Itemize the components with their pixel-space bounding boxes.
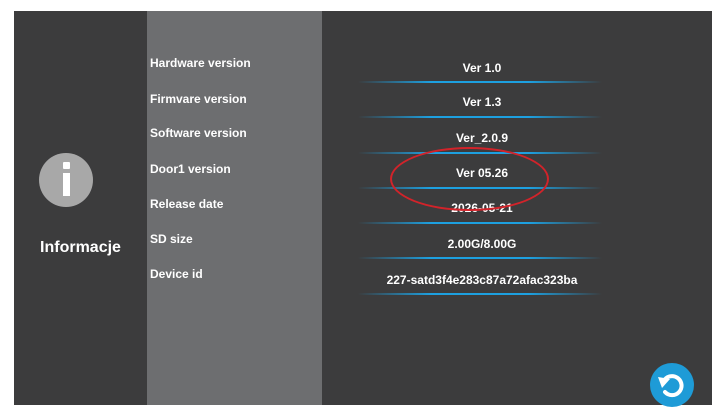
sd-size-value: 2.00G/8.00G	[447, 237, 517, 251]
labels-panel: Hardware version Firmvare version Softwa…	[147, 11, 322, 405]
info-icon-stem	[63, 173, 70, 196]
sd-size-label: SD size	[150, 232, 193, 246]
hardware-version-label: Hardware version	[150, 56, 251, 70]
highlight-oval	[390, 147, 549, 211]
info-icon	[39, 153, 93, 207]
info-screen: Informacje Hardware version Firmvare ver…	[14, 11, 712, 407]
firmware-version-label: Firmvare version	[150, 92, 247, 106]
hardware-version-underline	[358, 81, 602, 83]
sd-size-underline	[358, 257, 602, 259]
refresh-icon	[658, 374, 684, 398]
door1-version-label: Door1 version	[150, 162, 231, 176]
software-version-label: Software version	[150, 126, 247, 140]
release-date-label: Release date	[150, 197, 224, 211]
firmware-version-underline	[358, 116, 602, 118]
hardware-version-value: Ver 1.0	[462, 61, 502, 75]
device-id-value: 227-satd3f4e283c87a72afac323ba	[386, 273, 578, 287]
software-version-value: Ver_2.0.9	[455, 131, 509, 145]
info-icon-dot	[63, 162, 70, 169]
release-date-underline	[358, 222, 602, 224]
firmware-version-value: Ver 1.3	[462, 95, 502, 109]
values-panel: Ver 1.0 Ver 1.3 Ver_2.0.9 Ver 05.26 2026…	[322, 11, 712, 405]
device-id-underline	[358, 293, 602, 295]
device-id-label: Device id	[150, 267, 203, 281]
refresh-button[interactable]	[650, 363, 694, 407]
left-panel: Informacje	[14, 11, 147, 405]
page-title: Informacje	[40, 239, 121, 256]
